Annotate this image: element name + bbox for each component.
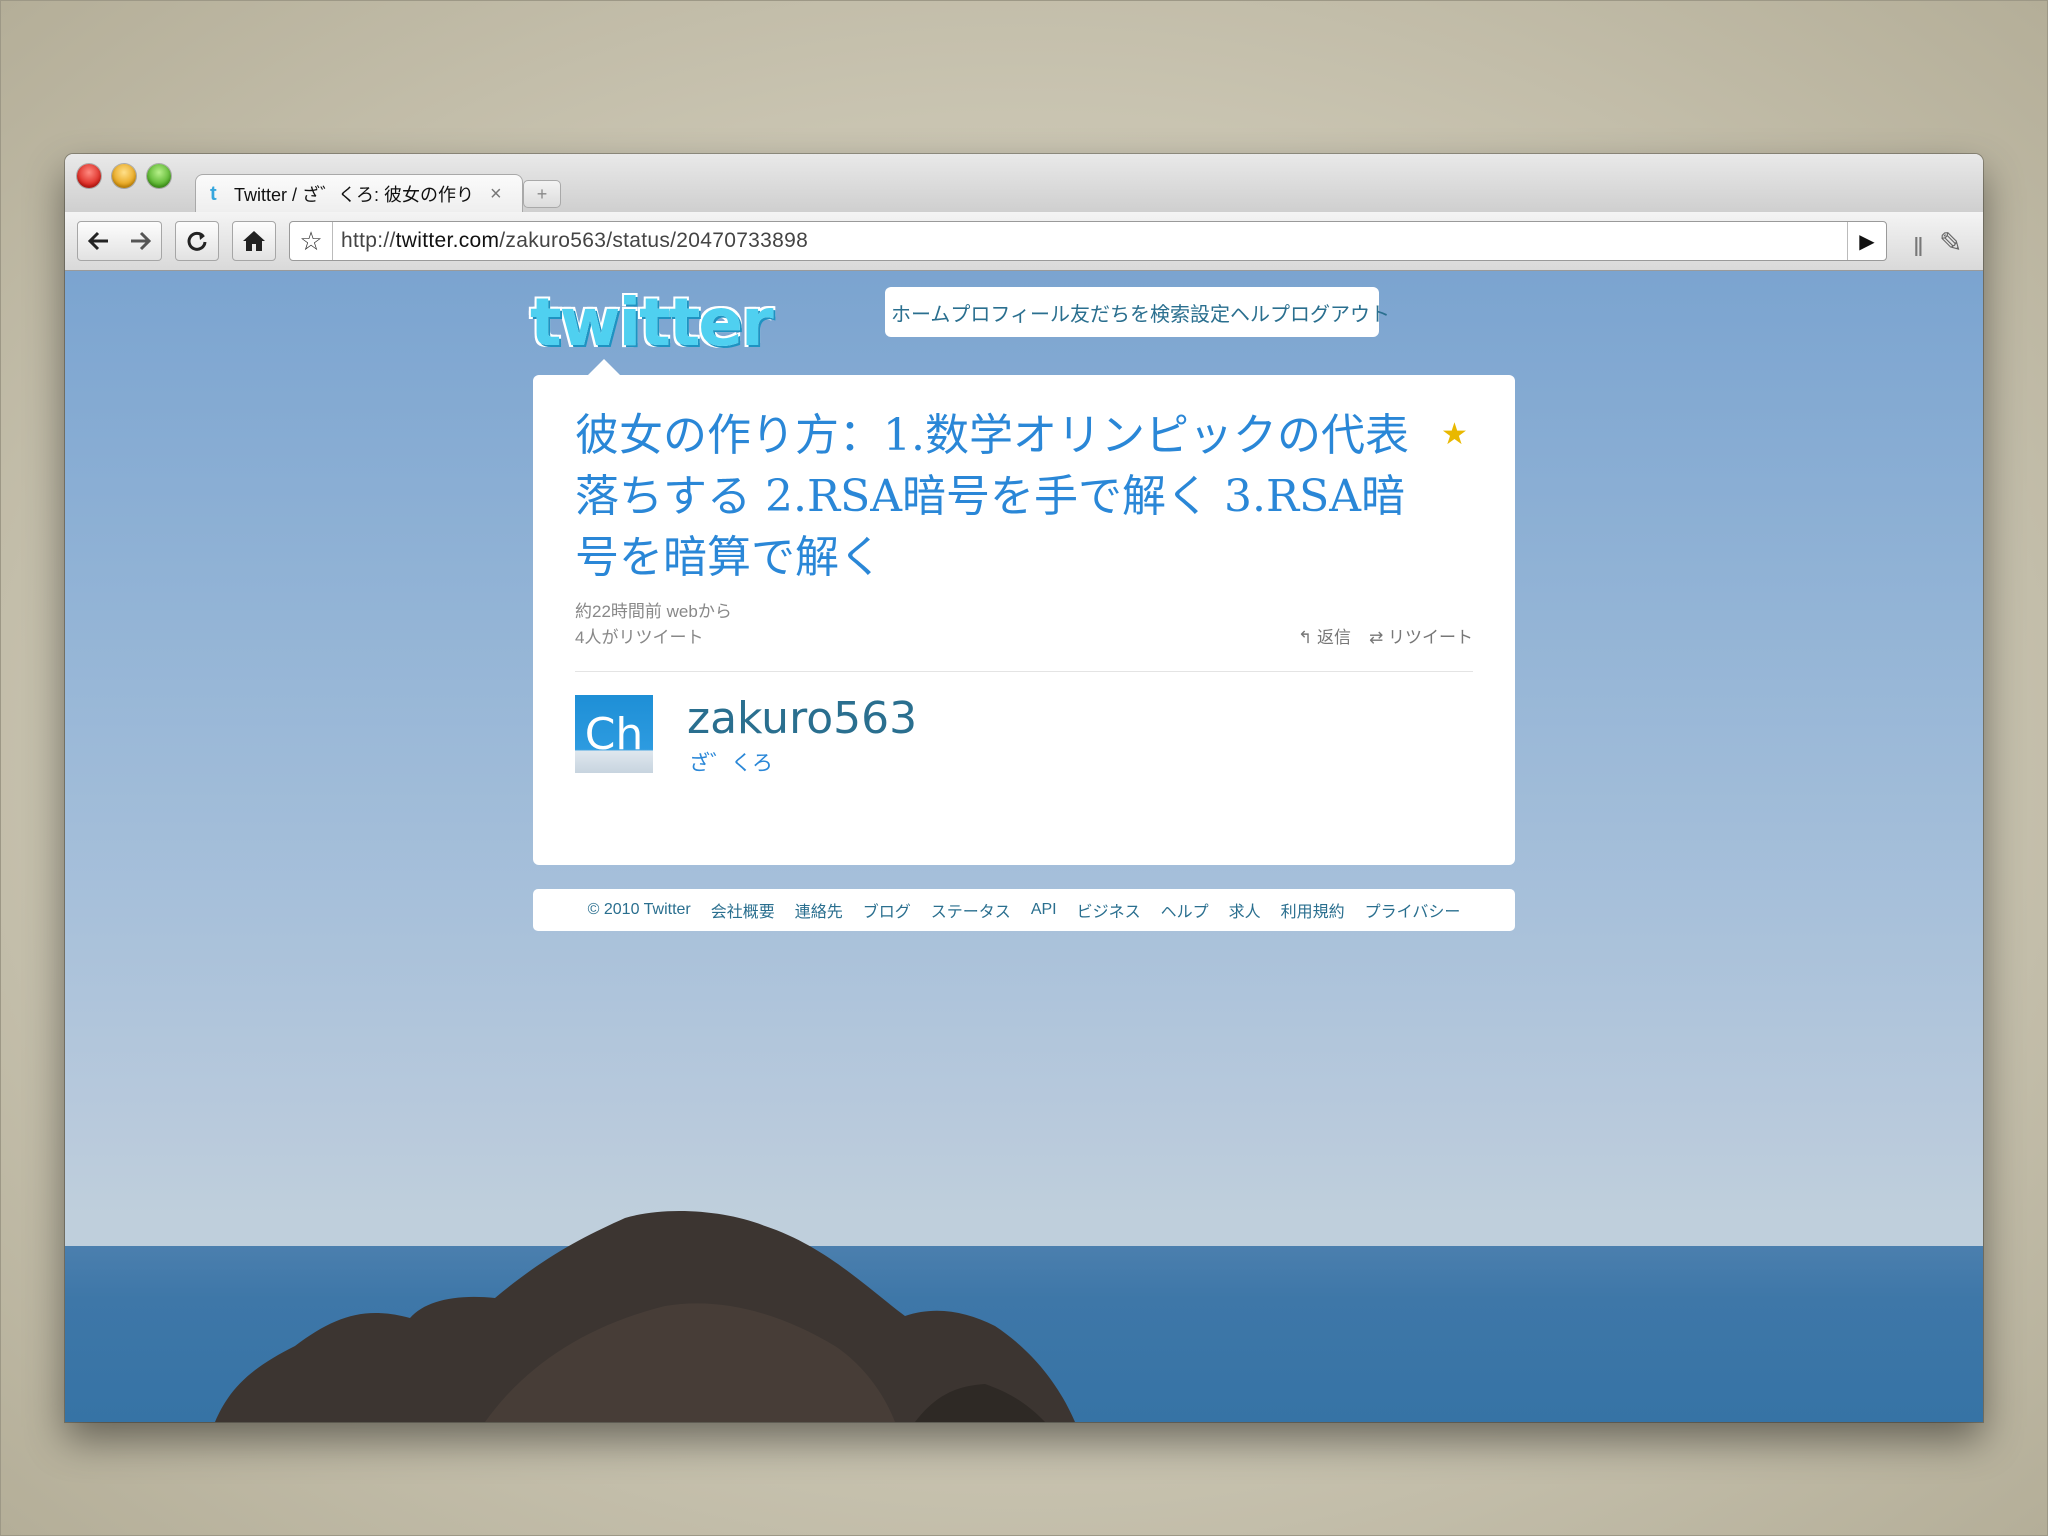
footer-blog[interactable]: ブログ	[863, 898, 911, 922]
forward-button[interactable]	[119, 221, 162, 261]
browser-window: t Twitter / ざ゛くろ: 彼女の作り × + ☆ http://twi…	[65, 154, 1983, 1422]
close-tab-icon[interactable]: ×	[490, 183, 502, 206]
nav-profile[interactable]: プロフィール	[950, 298, 1070, 327]
retweet-count[interactable]: 4人がリツイート	[575, 625, 732, 651]
back-button[interactable]	[77, 221, 121, 261]
new-tab-button[interactable]: +	[523, 180, 561, 208]
tweet-text: 彼女の作り方：1.数学オリンピックの代表落ちする 2.RSA暗号を手で解く 3.…	[575, 410, 1409, 583]
tab-title: Twitter / ざ゛くろ: 彼女の作り	[234, 185, 475, 205]
footer-terms[interactable]: 利用規約	[1281, 898, 1345, 922]
twitter-page: twitter ホーム プロフィール 友だちを検索 設定 ヘルプ ログアウト 彼…	[65, 271, 1983, 1422]
footer-copyright[interactable]: © 2010 Twitter	[588, 901, 691, 919]
tweet-actions: ↰ 返信 ⇄ リツイート	[1298, 623, 1473, 648]
twitter-favicon-icon: t	[210, 183, 217, 205]
tweet-card: 彼女の作り方：1.数学オリンピックの代表落ちする 2.RSA暗号を手で解く 3.…	[533, 375, 1515, 865]
bookmark-star-icon[interactable]: ☆	[290, 222, 333, 260]
go-play-icon[interactable]: ▶	[1847, 222, 1886, 260]
retweet-label: リツイート	[1388, 628, 1473, 647]
minimize-window-button[interactable]	[112, 164, 136, 188]
favorite-star-icon[interactable]: ★	[1441, 417, 1468, 452]
footer-api[interactable]: API	[1031, 901, 1057, 919]
address-bar[interactable]: ☆ http://twitter.com/zakuro563/status/20…	[289, 221, 1887, 261]
nav-settings[interactable]: 設定	[1190, 298, 1230, 327]
footer-about[interactable]: 会社概要	[711, 898, 775, 922]
close-window-button[interactable]	[77, 164, 101, 188]
retweet-button[interactable]: ⇄ リツイート	[1369, 623, 1473, 648]
footer-privacy[interactable]: プライバシー	[1365, 898, 1461, 922]
browser-toolbar: ☆ http://twitter.com/zakuro563/status/20…	[65, 212, 1983, 271]
wrench-menu-icon[interactable]: ✎	[1939, 226, 1962, 259]
toolbar-separator-icon: ‖	[1913, 232, 1924, 262]
home-button[interactable]	[232, 221, 276, 261]
screen-name[interactable]: zakuro563	[687, 693, 917, 744]
site-footer: © 2010 Twitter 会社概要 連絡先 ブログ ステータス API ビジ…	[533, 889, 1515, 931]
tab-bar: t Twitter / ざ゛くろ: 彼女の作り × +	[65, 154, 1983, 213]
rock-background	[215, 1211, 1075, 1422]
user-real-name: ざ゛くろ	[689, 752, 773, 775]
top-nav: ホーム プロフィール 友だちを検索 設定 ヘルプ ログアウト	[885, 287, 1390, 337]
reload-button[interactable]	[175, 221, 219, 261]
maximize-window-button[interactable]	[147, 164, 171, 188]
footer-jobs[interactable]: 求人	[1229, 898, 1261, 922]
url-text[interactable]: http://twitter.com/zakuro563/status/2047…	[341, 229, 808, 253]
card-pointer	[587, 359, 621, 376]
nav-home[interactable]: ホーム	[891, 298, 950, 327]
nav-help[interactable]: ヘルプ	[1230, 298, 1290, 327]
home-icon	[243, 231, 265, 251]
footer-business[interactable]: ビジネス	[1077, 898, 1141, 922]
reload-icon	[187, 231, 207, 251]
nav-find-friends[interactable]: 友だちを検索	[1070, 298, 1190, 327]
nav-logout[interactable]: ログアウト	[1290, 298, 1390, 327]
footer-help[interactable]: ヘルプ	[1161, 898, 1209, 922]
avatar[interactable]: Ch	[575, 695, 653, 773]
footer-contact[interactable]: 連絡先	[795, 898, 843, 922]
reply-button[interactable]: ↰ 返信	[1298, 623, 1351, 648]
footer-status[interactable]: ステータス	[931, 898, 1011, 922]
browser-tab[interactable]: t Twitter / ざ゛くろ: 彼女の作り ×	[195, 174, 523, 213]
forward-arrow-icon	[131, 231, 151, 251]
divider	[575, 671, 1473, 672]
tweet-timestamp[interactable]: 約22時間前 webから	[575, 599, 732, 625]
back-arrow-icon	[88, 231, 108, 251]
reply-label: 返信	[1317, 628, 1352, 647]
twitter-logo[interactable]: twitter	[530, 284, 774, 361]
tweet-meta: 約22時間前 webから 4人がリツイート	[575, 599, 732, 651]
